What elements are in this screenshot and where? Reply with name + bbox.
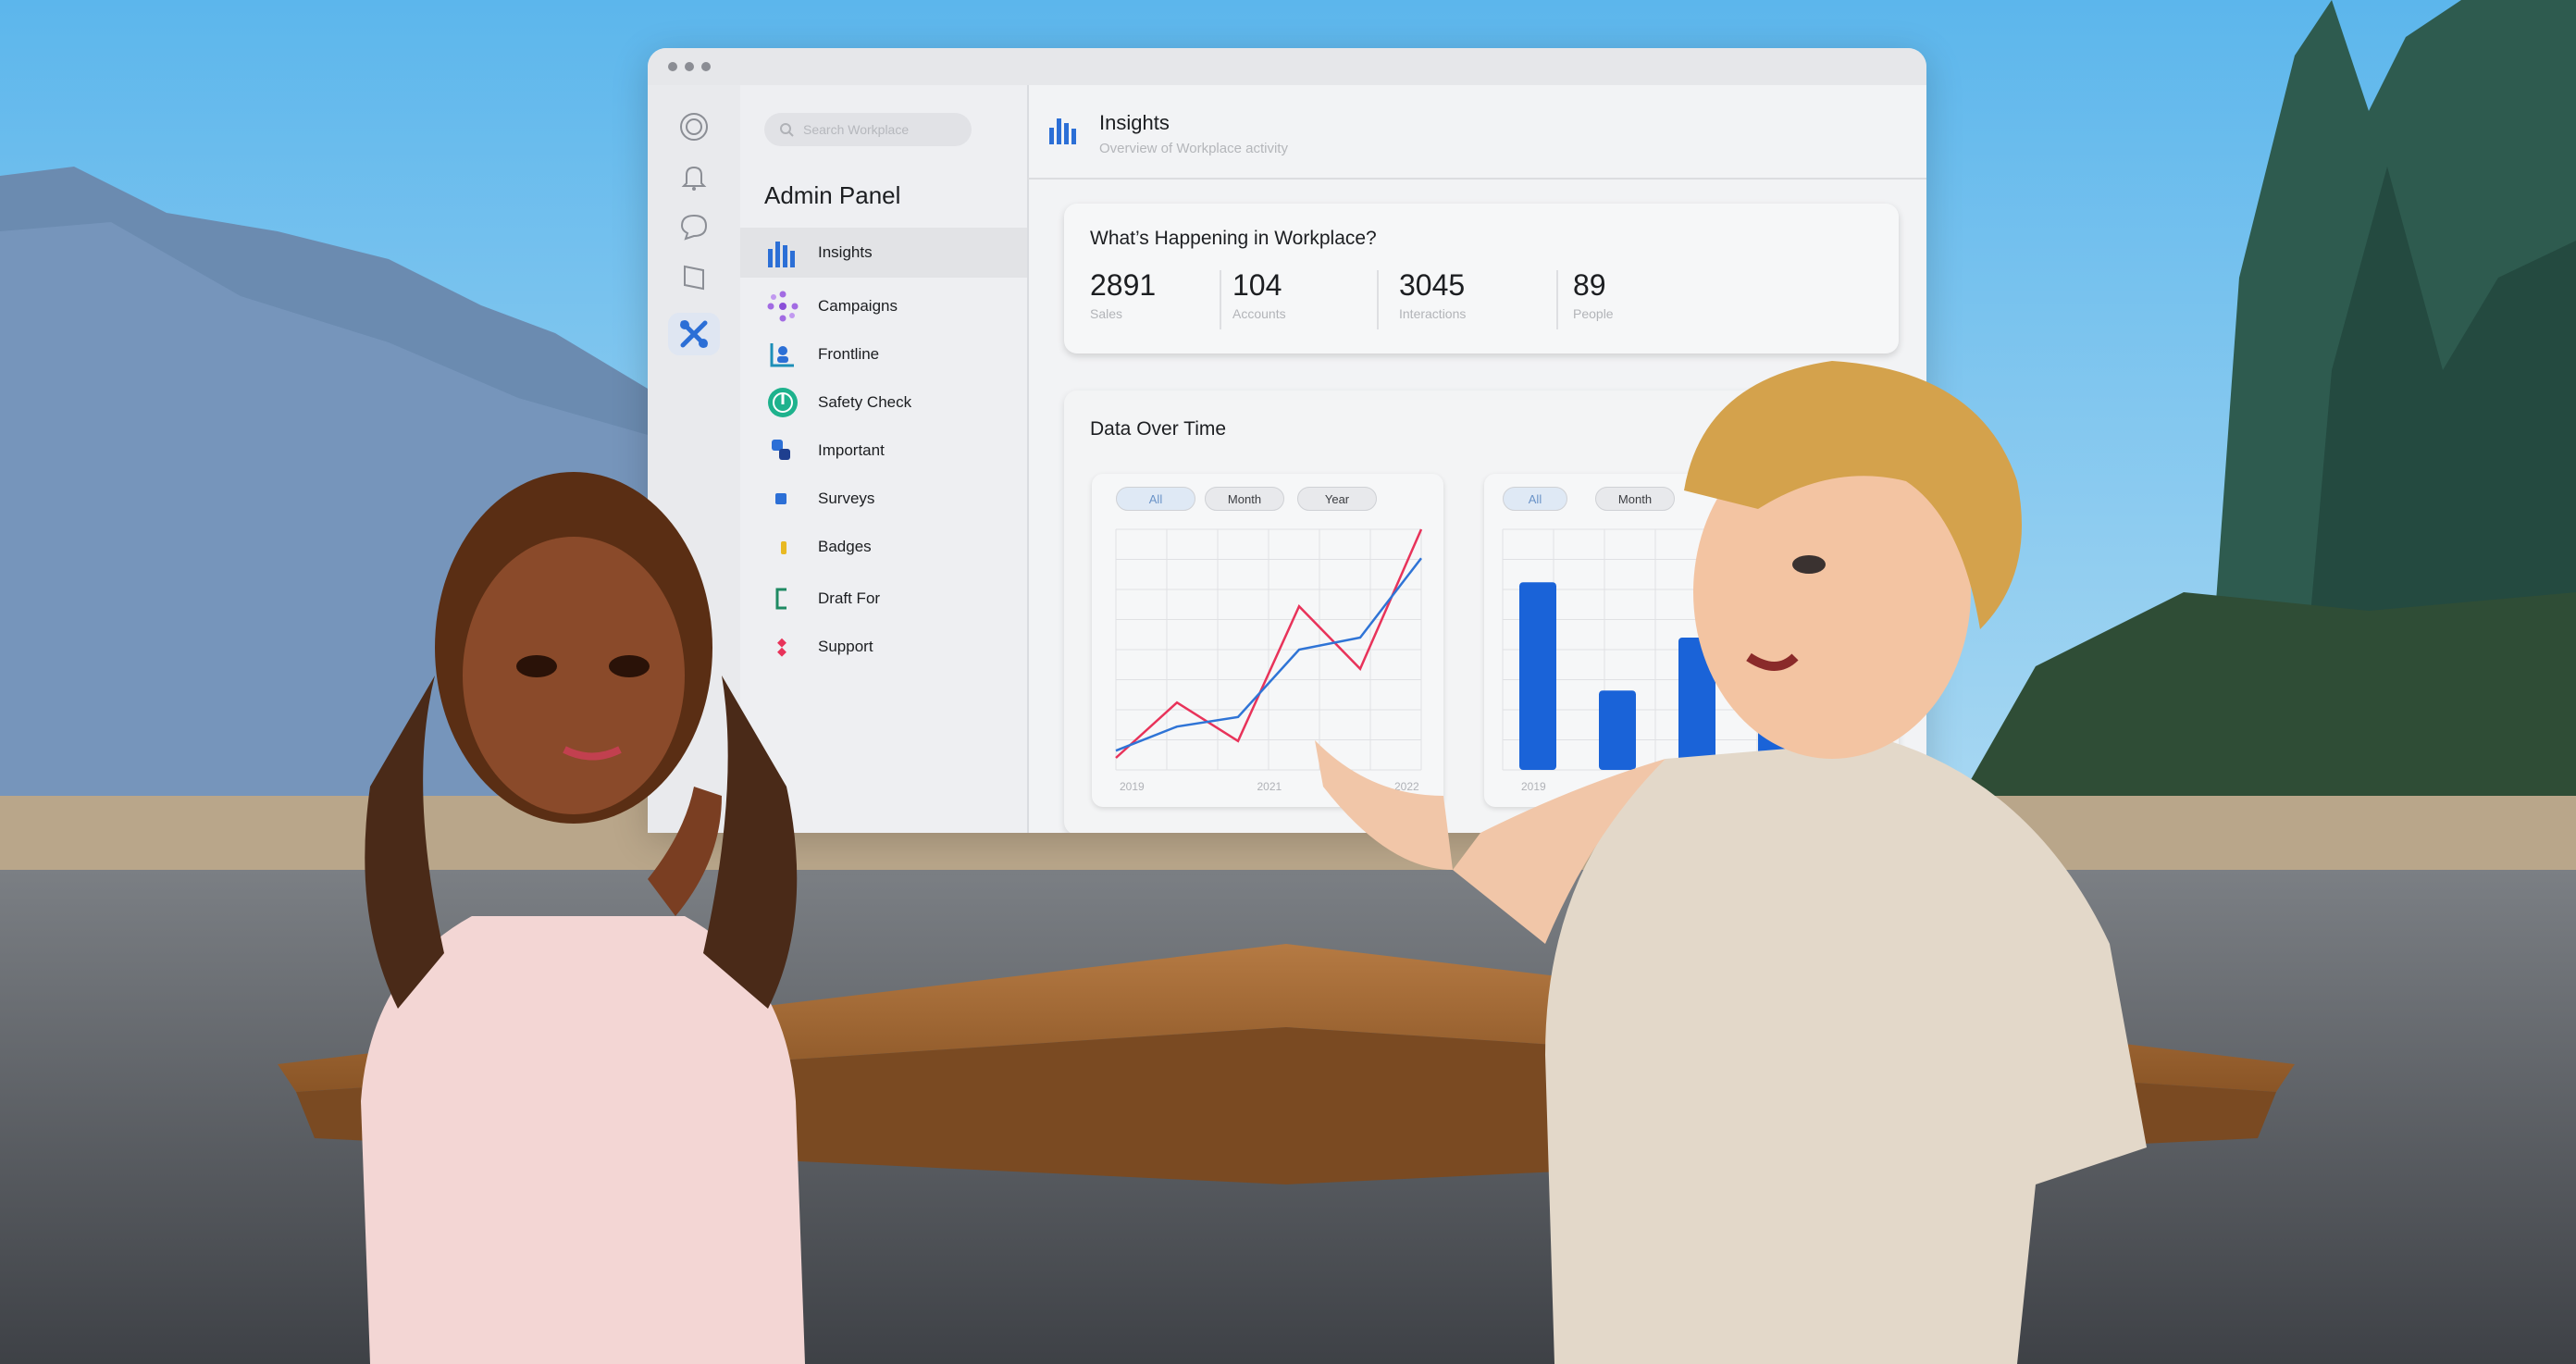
- stat-label: Interactions: [1399, 306, 1467, 321]
- book-icon[interactable]: [668, 255, 720, 298]
- sidebar-item-label: Campaigns: [818, 297, 898, 315]
- stat-sales: 2891 Sales: [1090, 268, 1156, 321]
- stat-value: 89: [1573, 268, 1606, 302]
- avatar-woman: [361, 472, 805, 1364]
- stat-value: 3045: [1399, 268, 1466, 302]
- stat-value: 104: [1232, 268, 1282, 302]
- summary-title: What’s Happening in Workplace?: [1090, 228, 1377, 249]
- window-dot[interactable]: [701, 62, 711, 71]
- stat-people: 89 People: [1573, 268, 1614, 321]
- sidebar-item-frontline[interactable]: Frontline: [740, 329, 1027, 379]
- window-dot[interactable]: [685, 62, 694, 71]
- bar-chart-icon: [1047, 115, 1081, 149]
- search-placeholder: Search Workplace: [803, 122, 910, 137]
- window-dot[interactable]: [668, 62, 677, 71]
- stat-divider: [1220, 270, 1221, 329]
- stat-divider: [1556, 270, 1558, 329]
- frontline-icon: [764, 336, 801, 373]
- data-over-time-title: Data Over Time: [1090, 418, 1227, 440]
- search-icon: [780, 123, 794, 137]
- sidebar-item-label: Frontline: [818, 345, 880, 363]
- sidebar-item-campaigns[interactable]: Campaigns: [740, 281, 1027, 331]
- stat-value: 2891: [1090, 268, 1157, 302]
- stat-accounts: 104 Accounts: [1232, 268, 1286, 321]
- stat-label: People: [1573, 306, 1614, 321]
- bell-icon[interactable]: [668, 155, 720, 198]
- admin-tools-icon[interactable]: [668, 313, 720, 355]
- sidebar-item-insights[interactable]: Insights: [740, 228, 1027, 278]
- stat-divider: [1377, 270, 1379, 329]
- search-input[interactable]: Search Workplace: [764, 113, 972, 146]
- campaigns-icon: [764, 288, 801, 325]
- stat-label: Sales: [1090, 306, 1123, 321]
- avatar-man: [1315, 361, 2147, 1364]
- tick-label: 2019: [1120, 780, 1145, 793]
- header-divider: [1027, 178, 1926, 180]
- admin-panel-title: Admin Panel: [764, 181, 901, 209]
- home-icon[interactable]: [668, 105, 720, 148]
- stat-label: Accounts: [1232, 306, 1286, 321]
- stat-interactions: 3045 Interactions: [1399, 268, 1466, 321]
- bar-chart-icon: [764, 234, 801, 271]
- sidebar-item-label: Insights: [818, 243, 873, 261]
- chat-icon[interactable]: [668, 205, 720, 248]
- tick-label: 2021: [1257, 780, 1282, 793]
- workplace-summary-card: What’s Happening in Workplace? 2891 Sale…: [1064, 204, 1899, 353]
- page-subtitle: Overview of Workplace activity: [1099, 141, 1288, 156]
- window-titlebar: [648, 48, 1926, 85]
- page-title: Insights: [1099, 111, 1170, 134]
